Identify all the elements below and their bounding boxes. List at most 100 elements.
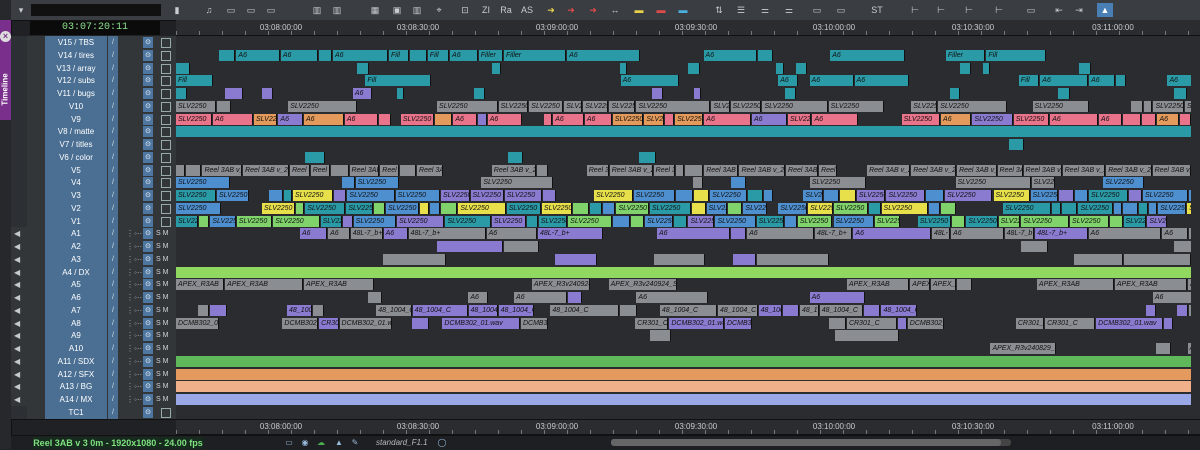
clip[interactable] [198, 304, 210, 316]
track-name[interactable]: V7 / titles [45, 138, 107, 151]
clip[interactable] [318, 49, 332, 61]
speaker-icon[interactable]: ◀ [14, 227, 20, 240]
track-lock-box[interactable] [161, 203, 171, 214]
clip[interactable]: APEX_R3v240924_SilverstonePA [608, 279, 677, 291]
clip[interactable]: SLV2250 [636, 100, 711, 112]
clip[interactable] [210, 304, 228, 316]
clip[interactable]: Fill [427, 49, 450, 61]
clip[interactable]: A6 [951, 228, 1004, 240]
clip[interactable] [543, 113, 553, 125]
clip[interactable]: A6 [752, 113, 787, 125]
track-header[interactable]: ◀ A5/⋮◦⋯ ⊙ S M [11, 278, 176, 292]
clip[interactable] [1115, 75, 1126, 87]
clip[interactable]: SLV2250 [445, 215, 491, 227]
clip[interactable]: Reel 3AB v_2_13p_DNX115_Vide [739, 164, 786, 176]
clip[interactable]: SLV2250 [833, 215, 874, 227]
scrollbar-thumb[interactable] [611, 439, 1001, 446]
sync-lock-icon[interactable]: ⊙ [143, 304, 153, 316]
sync-lock-icon[interactable]: ⊙ [143, 151, 153, 163]
clip[interactable] [728, 202, 743, 214]
track-lane[interactable]: SLV2250SLV2250SLV2250SLV2250SLV2250SLV22… [176, 189, 1200, 202]
track-header[interactable]: ◀ A12 / SFX / ⋮◦⋯ ⊙ S M [11, 367, 176, 381]
track-select[interactable] [11, 138, 27, 151]
clip[interactable]: DCMB302_01.wav [282, 317, 319, 329]
sync-lock-icon[interactable]: ⊙ [143, 406, 153, 418]
clip[interactable] [654, 253, 706, 265]
track-lane[interactable] [176, 138, 1200, 151]
clip[interactable] [176, 355, 1200, 367]
clip[interactable] [733, 253, 756, 265]
horizontal-scrollbar[interactable] [611, 439, 1011, 446]
clip[interactable]: SLV2250 [491, 215, 527, 227]
clip[interactable] [491, 62, 502, 74]
clip[interactable] [1163, 317, 1173, 329]
sync-lock-icon[interactable]: ⊙ [143, 177, 153, 189]
clip[interactable] [694, 190, 710, 201]
clip[interactable] [675, 190, 694, 201]
sync-lock-icon[interactable]: ⊙ [143, 100, 153, 112]
sync-lock-icon[interactable]: ⊙ [143, 49, 153, 61]
clip[interactable]: APEX_R3v240924_SilverstonePA [930, 279, 956, 291]
clip[interactable] [440, 202, 458, 214]
solo-mute-buttons[interactable]: S M [156, 240, 168, 253]
clip[interactable]: A6 [636, 292, 708, 303]
clip[interactable]: SLV2250 [1103, 177, 1144, 189]
settings-icon[interactable]: ☰ [733, 3, 749, 17]
clip[interactable] [542, 190, 557, 201]
clip[interactable]: SLV2250 [583, 100, 609, 112]
menu-icon[interactable]: ▾ [13, 3, 29, 17]
clip[interactable] [1078, 62, 1091, 74]
clip[interactable]: SLV2250 [833, 202, 869, 214]
sync-lock-icon[interactable]: ⊙ [143, 343, 153, 354]
clip[interactable]: SLV2250 [1123, 215, 1147, 227]
clip[interactable] [1074, 190, 1088, 201]
solo-mute-buttons[interactable]: S M [156, 393, 168, 406]
clip[interactable] [795, 62, 808, 74]
sync-lock-icon[interactable]: ⊙ [143, 241, 153, 252]
clip[interactable] [568, 292, 583, 303]
clip[interactable]: SLV2250 [901, 113, 941, 125]
clip[interactable]: SLV2250 [993, 190, 1030, 201]
speaker-icon[interactable]: ◀ [14, 317, 20, 330]
clip[interactable] [926, 190, 945, 201]
clip[interactable]: SLV2250 [886, 190, 926, 201]
track-lane[interactable]: APEX_R3AB APEX_R3AB APEX_R3AB APEX_R3v24092… [176, 278, 1200, 292]
clip[interactable]: 48_1004_C [758, 304, 783, 316]
clip[interactable]: SLV2250 [236, 215, 273, 227]
clip[interactable] [176, 381, 1200, 393]
clip[interactable] [693, 177, 704, 189]
clip[interactable]: SLV2250 [1147, 215, 1167, 227]
track-header[interactable]: V5/ ⊙ [11, 163, 176, 177]
clip[interactable]: SLV2250 [1032, 100, 1090, 112]
audio-ramp-icon[interactable]: ⇅ [711, 3, 727, 17]
clip[interactable] [399, 164, 417, 176]
clip[interactable]: 48_1004_C [412, 304, 468, 316]
track-select[interactable] [11, 405, 27, 419]
clip[interactable] [687, 62, 701, 74]
clip[interactable] [631, 215, 645, 227]
clip[interactable]: APEX_R3v240924_SilverstonePA [531, 279, 590, 291]
frame-icon[interactable]: ▣ [389, 3, 405, 17]
clip[interactable] [685, 164, 704, 176]
monitor-icon[interactable]: ▭ [283, 437, 295, 449]
clip[interactable]: SLV2250 [966, 215, 998, 227]
clip[interactable] [283, 190, 292, 201]
clip[interactable]: SLV2250 [675, 113, 704, 125]
clip[interactable]: A6 [584, 113, 612, 125]
clip[interactable] [219, 49, 236, 61]
monitor-toggle[interactable]: / [108, 291, 118, 304]
clip[interactable]: A6 [1040, 75, 1089, 87]
monitor-toggle[interactable]: / [108, 354, 118, 368]
clip[interactable] [730, 228, 747, 240]
clip[interactable]: A6 [299, 228, 328, 240]
clip[interactable] [840, 190, 856, 201]
clip[interactable] [863, 304, 881, 316]
clip[interactable] [775, 62, 785, 74]
clip[interactable] [436, 241, 503, 252]
track-lane[interactable]: SLV2250SLV2250SLV2250SLV2250SLV2250SLV22… [176, 99, 1200, 113]
track-header[interactable]: V7 / titles / ⊙ [11, 138, 176, 151]
track-lock-box[interactable] [161, 63, 171, 74]
track-header[interactable]: V14 / tires / ⊙ [11, 48, 176, 62]
record-icon[interactable]: ▮ [169, 3, 185, 17]
clip[interactable]: SLV2250 [320, 215, 343, 227]
